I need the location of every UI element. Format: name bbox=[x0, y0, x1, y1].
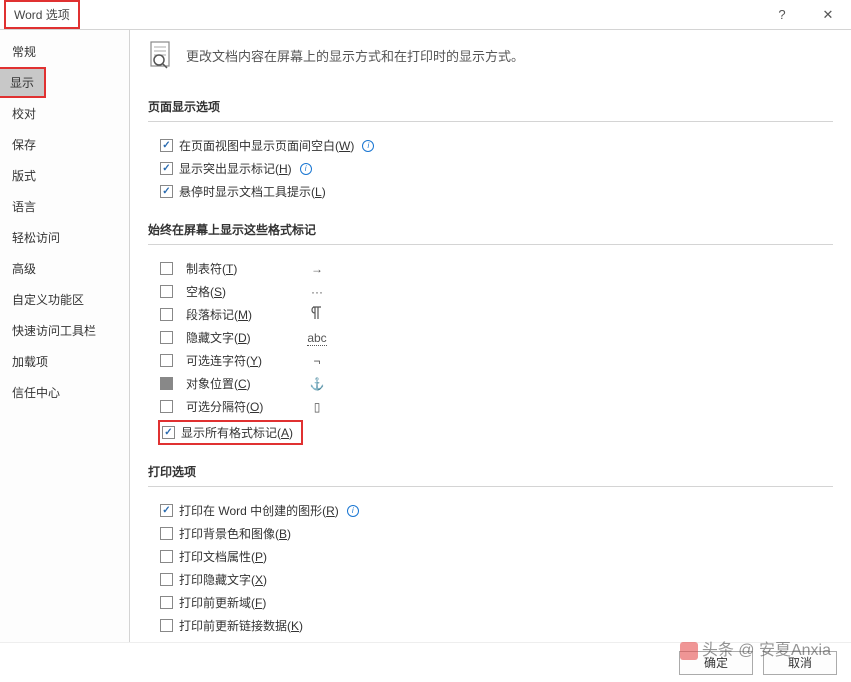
checkbox[interactable] bbox=[160, 596, 173, 609]
checkbox[interactable] bbox=[160, 377, 173, 390]
section-title-marks: 始终在屏幕上显示这些格式标记 bbox=[148, 213, 833, 245]
checkbox[interactable] bbox=[160, 162, 173, 175]
opt-print-drawings[interactable]: 打印在 Word 中创建的图形(R) bbox=[148, 499, 833, 522]
heading-row: 更改文档内容在屏幕上的显示方式和在打印时的显示方式。 bbox=[148, 40, 833, 70]
option-label: 打印前更新链接数据(K) bbox=[179, 617, 303, 634]
option-label: 对象位置(C) bbox=[186, 375, 296, 392]
content-panel: 更改文档内容在屏幕上的显示方式和在打印时的显示方式。 页面显示选项 在页面视图中… bbox=[130, 30, 851, 642]
checkbox[interactable] bbox=[160, 400, 173, 413]
opt-print-properties[interactable]: 打印文档属性(P) bbox=[148, 545, 833, 568]
close-button[interactable]: ✕ bbox=[805, 0, 851, 30]
help-button[interactable]: ? bbox=[759, 0, 805, 30]
cancel-button[interactable]: 取消 bbox=[763, 651, 837, 675]
sidebar-item-addins[interactable]: 加载项 bbox=[0, 346, 129, 377]
opt-optional-breaks[interactable]: 可选分隔符(O) ▯ bbox=[148, 395, 833, 418]
titlebar-buttons: ? ✕ bbox=[759, 0, 851, 30]
opt-print-background[interactable]: 打印背景色和图像(B) bbox=[148, 522, 833, 545]
checkbox[interactable] bbox=[160, 331, 173, 344]
opt-print-hidden-text[interactable]: 打印隐藏文字(X) bbox=[148, 568, 833, 591]
dialog-title: Word 选项 bbox=[14, 8, 70, 22]
opt-tooltips-on-hover[interactable]: 悬停时显示文档工具提示(L) bbox=[148, 180, 833, 203]
dialog-body: 常规 显示 校对 保存 版式 语言 轻松访问 高级 自定义功能区 快速访问工具栏… bbox=[0, 30, 851, 642]
option-label: 隐藏文字(D) bbox=[186, 329, 296, 346]
opt-update-linked-data[interactable]: 打印前更新链接数据(K) bbox=[148, 614, 833, 637]
space-symbol-icon: ··· bbox=[302, 285, 332, 299]
checkbox[interactable] bbox=[160, 527, 173, 540]
section-title-page-display: 页面显示选项 bbox=[148, 90, 833, 122]
anchor-icon: ⚓ bbox=[302, 377, 332, 391]
option-label: 可选分隔符(O) bbox=[186, 398, 296, 415]
opt-show-whitespace[interactable]: 在页面视图中显示页面间空白(W) bbox=[148, 134, 833, 157]
sidebar-item-ease-of-access[interactable]: 轻松访问 bbox=[0, 222, 129, 253]
info-icon[interactable] bbox=[362, 140, 374, 152]
sidebar-highlight: 显示 bbox=[0, 67, 46, 98]
checkbox[interactable] bbox=[160, 262, 173, 275]
opt-optional-hyphens[interactable]: 可选连字符(Y) ¬ bbox=[148, 349, 833, 372]
checkbox[interactable] bbox=[160, 285, 173, 298]
option-label: 打印前更新域(F) bbox=[179, 594, 266, 611]
sidebar-item-proofing[interactable]: 校对 bbox=[0, 98, 129, 129]
opt-hidden-text[interactable]: 隐藏文字(D) abc bbox=[148, 326, 833, 349]
opt-paragraph-marks[interactable]: 段落标记(M) bbox=[148, 303, 833, 326]
tab-symbol-icon: → bbox=[302, 262, 332, 276]
section-title-print: 打印选项 bbox=[148, 455, 833, 487]
optional-break-icon: ▯ bbox=[302, 400, 332, 414]
dialog-footer: 确定 取消 bbox=[0, 642, 851, 682]
opt-highlighter-marks[interactable]: 显示突出显示标记(H) bbox=[148, 157, 833, 180]
sidebar-item-layout[interactable]: 版式 bbox=[0, 160, 129, 191]
sidebar: 常规 显示 校对 保存 版式 语言 轻松访问 高级 自定义功能区 快速访问工具栏… bbox=[0, 30, 130, 642]
sidebar-item-language[interactable]: 语言 bbox=[0, 191, 129, 222]
info-icon[interactable] bbox=[300, 163, 312, 175]
opt-spaces[interactable]: 空格(S) ··· bbox=[148, 280, 833, 303]
sidebar-item-display[interactable]: 显示 bbox=[0, 69, 44, 96]
heading-text: 更改文档内容在屏幕上的显示方式和在打印时的显示方式。 bbox=[186, 46, 524, 65]
page-magnifier-icon bbox=[148, 40, 174, 70]
checkbox[interactable] bbox=[160, 308, 173, 321]
option-label: 段落标记(M) bbox=[186, 306, 296, 323]
sidebar-item-quick-access[interactable]: 快速访问工具栏 bbox=[0, 315, 129, 346]
option-label: 打印背景色和图像(B) bbox=[179, 525, 291, 542]
pilcrow-icon bbox=[302, 306, 332, 323]
option-label: 空格(S) bbox=[186, 283, 296, 300]
info-icon[interactable] bbox=[347, 505, 359, 517]
opt-show-all-marks[interactable]: 显示所有格式标记(A) bbox=[181, 424, 293, 441]
titlebar: Word 选项 ? ✕ bbox=[0, 0, 851, 30]
checkbox[interactable] bbox=[160, 504, 173, 517]
hidden-text-symbol-icon: abc bbox=[302, 331, 332, 345]
opt-tab-characters[interactable]: 制表符(T) → bbox=[148, 257, 833, 280]
option-label: 制表符(T) bbox=[186, 260, 296, 277]
option-label: 可选连字符(Y) bbox=[186, 352, 296, 369]
checkbox[interactable] bbox=[160, 139, 173, 152]
opt-object-anchors[interactable]: 对象位置(C) ⚓ bbox=[148, 372, 833, 395]
opt-update-fields[interactable]: 打印前更新域(F) bbox=[148, 591, 833, 614]
checkbox[interactable] bbox=[160, 550, 173, 563]
ok-button[interactable]: 确定 bbox=[679, 651, 753, 675]
checkbox[interactable] bbox=[160, 573, 173, 586]
option-label: 显示突出显示标记(H) bbox=[179, 160, 292, 177]
title-highlight: Word 选项 bbox=[4, 0, 80, 29]
option-label: 打印在 Word 中创建的图形(R) bbox=[179, 502, 339, 519]
checkbox[interactable] bbox=[160, 185, 173, 198]
option-label: 打印文档属性(P) bbox=[179, 548, 267, 565]
option-label: 悬停时显示文档工具提示(L) bbox=[179, 183, 326, 200]
option-label: 在页面视图中显示页面间空白(W) bbox=[179, 137, 354, 154]
option-label: 打印隐藏文字(X) bbox=[179, 571, 267, 588]
sidebar-item-customize-ribbon[interactable]: 自定义功能区 bbox=[0, 284, 129, 315]
show-all-highlight: 显示所有格式标记(A) bbox=[158, 420, 303, 445]
sidebar-item-trust-center[interactable]: 信任中心 bbox=[0, 377, 129, 408]
sidebar-item-advanced[interactable]: 高级 bbox=[0, 253, 129, 284]
sidebar-item-save[interactable]: 保存 bbox=[0, 129, 129, 160]
checkbox[interactable] bbox=[160, 619, 173, 632]
sidebar-item-general[interactable]: 常规 bbox=[0, 36, 129, 67]
checkbox[interactable] bbox=[162, 426, 175, 439]
checkbox[interactable] bbox=[160, 354, 173, 367]
optional-hyphen-icon: ¬ bbox=[302, 354, 332, 368]
